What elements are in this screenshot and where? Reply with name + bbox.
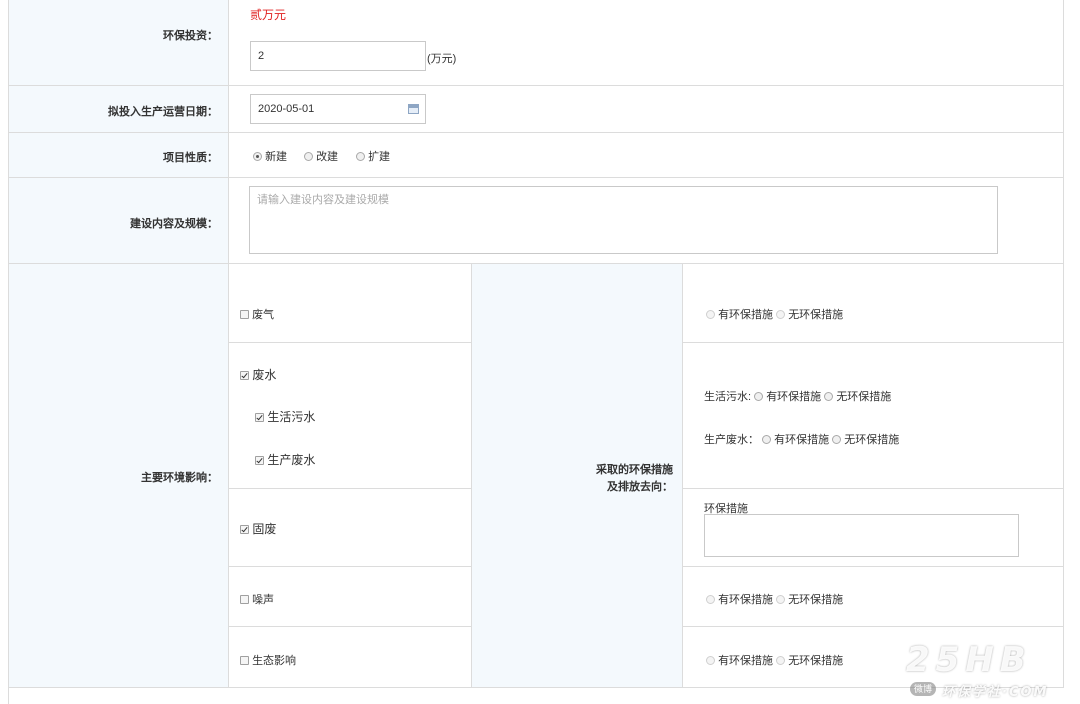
impacts-label: 主要环境影响： <box>141 472 218 484</box>
measures-label-line1: 采取的环保措施 <box>596 464 673 476</box>
solid-waste-label: 固废 <box>252 522 277 536</box>
watermark-site: 环保学社·COM <box>942 685 1049 700</box>
impact-production-wastewater[interactable]: 生产废水 <box>255 451 315 468</box>
waste-water-checkbox[interactable] <box>240 371 249 380</box>
domestic-sewage-none-radio[interactable] <box>824 392 834 401</box>
radio-expand-label: 扩建 <box>368 151 391 163</box>
radio-expand[interactable] <box>356 152 365 161</box>
waste-gas-measures: 有环保措施 无环保措施 <box>706 306 843 322</box>
production-wastewater-label: 生产废水 <box>267 453 316 467</box>
investment-unit: (万元) <box>427 53 457 65</box>
ecology-none-radio[interactable] <box>776 656 786 665</box>
production-wastewater-has-radio[interactable] <box>762 435 772 444</box>
solid-waste-checkbox[interactable] <box>240 525 249 534</box>
impact-waste-water[interactable]: 废水 <box>240 366 276 383</box>
noise-has-label: 有环保措施 <box>718 594 774 606</box>
production-wastewater-none-radio[interactable] <box>832 435 842 444</box>
waste-gas-label: 废气 <box>252 309 275 321</box>
construction-textarea[interactable] <box>249 186 998 254</box>
investment-amount-text: 贰万元 <box>250 8 287 22</box>
measures-label-line2: 及排放去向： <box>607 481 673 493</box>
solid-waste-measure-textarea[interactable] <box>704 514 1019 557</box>
impact-domestic-sewage[interactable]: 生活污水 <box>255 408 315 425</box>
watermark-badge-text: 微博 <box>913 684 932 694</box>
waste-water-label: 废水 <box>252 368 277 382</box>
project-nature-option-expand[interactable]: 扩建 <box>356 148 390 164</box>
ecology-measures: 有环保措施 无环保措施 <box>706 652 843 668</box>
ecology-has-label: 有环保措施 <box>718 655 774 667</box>
impact-solid-waste[interactable]: 固废 <box>240 520 276 537</box>
impact-ecology[interactable]: 生态影响 <box>240 652 296 668</box>
noise-none-label: 无环保措施 <box>788 594 844 606</box>
project-nature-option-rebuild[interactable]: 改建 <box>304 148 338 164</box>
domestic-sewage-measures: 生活污水: 有环保措施 无环保措施 <box>704 388 891 404</box>
ecology-label: 生态影响 <box>252 655 297 667</box>
noise-has-radio[interactable] <box>706 595 715 604</box>
production-wastewater-none-label: 无环保措施 <box>844 434 900 446</box>
noise-none-radio[interactable] <box>776 595 786 604</box>
waste-gas-none-label: 无环保措施 <box>788 309 844 321</box>
production-date-input[interactable]: 2020-05-01 <box>250 94 426 124</box>
waste-gas-checkbox[interactable] <box>240 310 249 319</box>
construction-label: 建设内容及规模： <box>130 218 218 230</box>
watermark-logo: 25HB <box>906 640 1032 680</box>
investment-input[interactable] <box>250 41 426 71</box>
production-wastewater-measure-label: 生产废水： <box>704 434 759 446</box>
calendar-icon[interactable] <box>408 104 419 114</box>
noise-measures: 有环保措施 无环保措施 <box>706 591 843 607</box>
production-date-label: 拟投入生产运营日期： <box>108 106 218 118</box>
radio-new[interactable] <box>253 152 262 161</box>
production-wastewater-checkbox[interactable] <box>255 456 264 465</box>
production-wastewater-measures: 生产废水： 有环保措施 无环保措施 <box>704 431 899 447</box>
domestic-sewage-label: 生活污水 <box>267 410 316 424</box>
waste-gas-has-radio[interactable] <box>706 310 715 319</box>
waste-gas-none-radio[interactable] <box>776 310 786 319</box>
impact-noise[interactable]: 噪声 <box>240 591 274 607</box>
radio-rebuild[interactable] <box>304 152 313 161</box>
noise-label: 噪声 <box>252 594 275 606</box>
domestic-sewage-measure-label: 生活污水: <box>704 391 752 403</box>
domestic-sewage-has-label: 有环保措施 <box>766 391 822 403</box>
ecology-checkbox[interactable] <box>240 656 249 665</box>
impact-waste-gas[interactable]: 废气 <box>240 306 274 322</box>
production-date-value: 2020-05-01 <box>258 103 315 115</box>
domestic-sewage-has-radio[interactable] <box>754 392 764 401</box>
domestic-sewage-checkbox[interactable] <box>255 413 264 422</box>
domestic-sewage-none-label: 无环保措施 <box>836 391 892 403</box>
ecology-none-label: 无环保措施 <box>788 655 844 667</box>
waste-gas-has-label: 有环保措施 <box>718 309 774 321</box>
noise-checkbox[interactable] <box>240 595 249 604</box>
project-nature-option-new[interactable]: 新建 <box>253 148 287 164</box>
radio-new-label: 新建 <box>265 151 288 163</box>
watermark-badge: 微博 <box>910 682 936 696</box>
investment-label: 环保投资： <box>163 30 218 42</box>
ecology-has-radio[interactable] <box>706 656 715 665</box>
radio-rebuild-label: 改建 <box>316 151 339 163</box>
production-wastewater-has-label: 有环保措施 <box>774 434 830 446</box>
project-nature-label: 项目性质： <box>163 152 218 164</box>
